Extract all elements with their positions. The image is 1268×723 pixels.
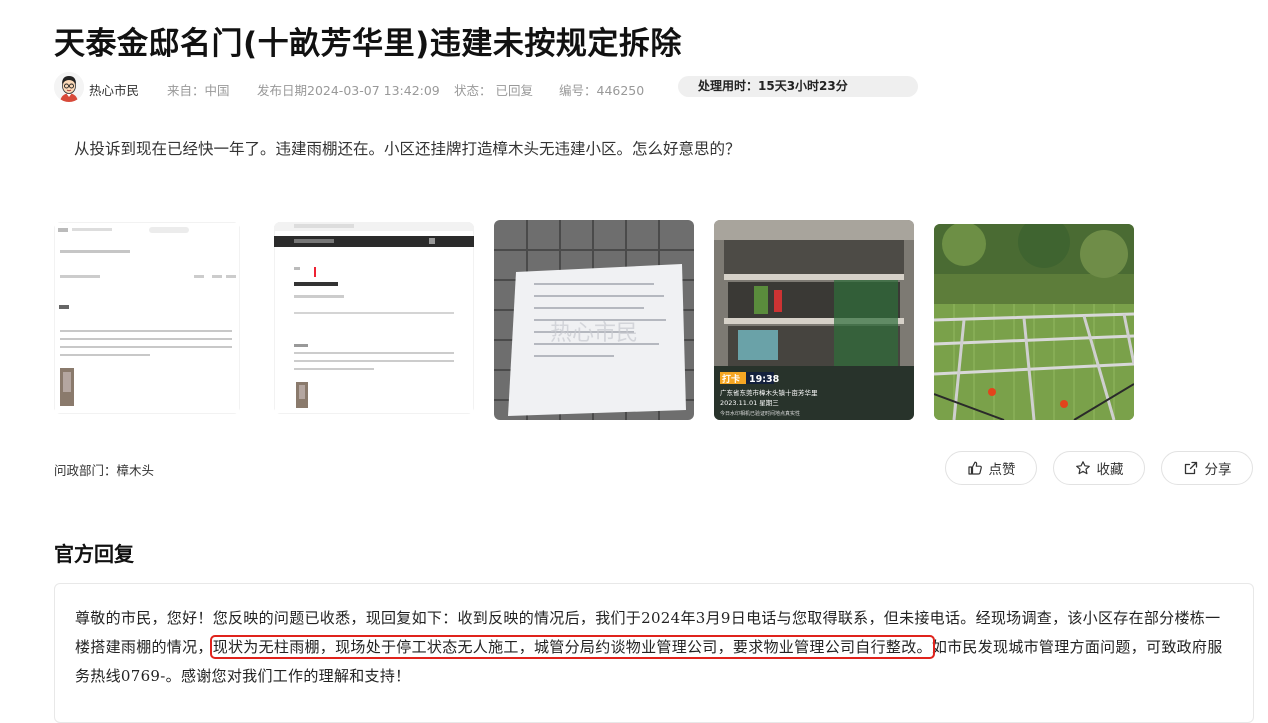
- status-badge: 状态： 已回复: [454, 83, 533, 98]
- gallery-image-5[interactable]: [934, 224, 1134, 420]
- photo-footer: 今日水印相机已验证时间地点真实性: [720, 410, 800, 417]
- reply-text-highlight: 现状为无柱雨棚，现场处于停工状态无人施工，城管分局约谈物业管理公司，要求物业管理…: [209, 635, 935, 659]
- gallery-image-3[interactable]: 热心市民: [494, 220, 694, 420]
- processing-duration: 处理用时：15天3小时23分: [678, 76, 918, 97]
- avatar[interactable]: [54, 72, 84, 102]
- official-reply-box: 尊敬的市民，您好！您反映的问题已收悉，现回复如下：收到反映的情况后，我们于202…: [54, 583, 1254, 723]
- post-content: 从投诉到现在已经快一年了。违建雨棚还在。小区还挂牌打造樟木头无违建小区。怎么好意…: [74, 140, 741, 158]
- photo-date: 2023.11.01 星期三: [720, 399, 779, 407]
- share-button[interactable]: 分享: [1161, 451, 1253, 485]
- canopy-frame-photo-image: [934, 224, 1134, 420]
- share-label: 分享: [1204, 462, 1232, 478]
- post-number: 编号：446250: [559, 83, 645, 98]
- department-label: 问政部门：樟木头: [54, 463, 155, 478]
- gallery-image-2[interactable]: [274, 222, 474, 414]
- building-photo-image: 打卡 19:38 广东省东莞市樟木头镇十亩芳华里 2023.11.01 星期三 …: [714, 220, 914, 420]
- gallery-image-1[interactable]: [54, 222, 240, 414]
- publish-date: 发布日期2024-03-07 13:42:09: [257, 83, 440, 98]
- image-watermark: 热心市民: [550, 321, 638, 346]
- punch-tag-label: 打卡: [722, 373, 740, 385]
- author-name[interactable]: 热心市民: [89, 80, 139, 99]
- favorite-button[interactable]: 收藏: [1053, 451, 1145, 485]
- post-source: 来自：中国: [167, 83, 230, 98]
- user-avatar-icon: [54, 72, 84, 102]
- favorite-label: 收藏: [1096, 462, 1124, 478]
- like-label: 点赞: [988, 462, 1016, 478]
- thumbs-up-icon: [967, 461, 982, 475]
- share-icon: [1184, 461, 1197, 475]
- photo-location: 广东省东莞市樟木头镇十亩芳华里: [720, 388, 818, 397]
- like-button[interactable]: 点赞: [945, 451, 1037, 485]
- post-meta: 热心市民 来自：中国 发布日期2024-03-07 13:42:09 状态： 已…: [54, 72, 924, 104]
- image-gallery: 热心市民 打卡 19:38 广东省东莞市樟木头镇十亩芳华里 2023.11.01…: [54, 220, 1144, 422]
- official-reply-heading: 官方回复: [54, 542, 134, 566]
- webpage-screenshot-image: [54, 222, 240, 414]
- wall-notice-photo-image: 热心市民: [494, 220, 694, 420]
- gallery-image-4[interactable]: 打卡 19:38 广东省东莞市樟木头镇十亩芳华里 2023.11.01 星期三 …: [714, 220, 914, 420]
- star-icon: [1075, 461, 1090, 475]
- official-reply-text: 尊敬的市民，您好！您反映的问题已收悉，现回复如下：收到反映的情况后，我们于202…: [75, 604, 1235, 691]
- webpage-screenshot-image: [274, 222, 474, 414]
- page-title: 天泰金邸名门(十畝芳华里)违建未按规定拆除: [54, 26, 682, 62]
- photo-time: 19:38: [749, 374, 780, 385]
